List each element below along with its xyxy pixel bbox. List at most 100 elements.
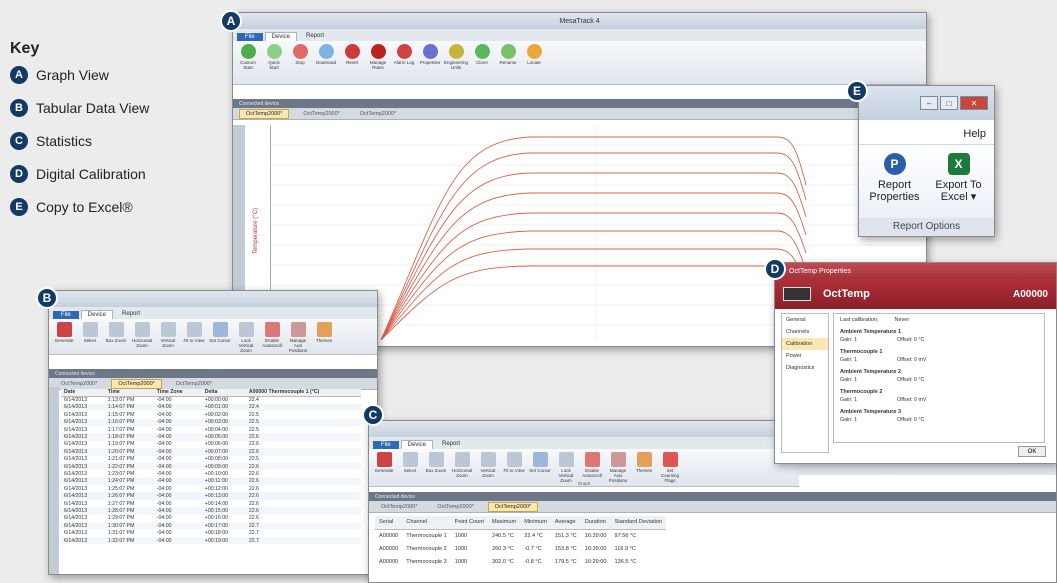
- report-properties-button[interactable]: P Report Properties: [867, 153, 923, 227]
- offset-value[interactable]: Offset: 0 °C: [897, 417, 924, 423]
- autoscroll-button[interactable]: Enable Autoscroll: [261, 322, 283, 348]
- offset-value[interactable]: Offset: 0 °C: [897, 377, 924, 383]
- table-row[interactable]: 6/14/2013 1:25:07 PM -04:00 +00:12:00 22.6: [61, 485, 361, 492]
- table-row[interactable]: 6/14/2013 1:26:07 PM -04:00 +00:13:00 22.6: [61, 492, 361, 500]
- doc-tab[interactable]: OctTemp2000*: [431, 503, 479, 511]
- table-row[interactable]: 6/14/2013 1:20:07 PM -04:00 +00:07:00 22.6: [61, 448, 361, 456]
- table-row[interactable]: 6/14/2013 1:22:07 PM -04:00 +00:09:00 22.6: [61, 462, 361, 471]
- nav-calibration[interactable]: Calibration: [782, 338, 828, 350]
- quick-start-button[interactable]: Quick Start: [263, 44, 285, 70]
- col-serial[interactable]: Serial: [375, 516, 403, 530]
- box-zoom-button[interactable]: Box Zoom: [425, 452, 447, 473]
- close-icon[interactable]: ✕: [960, 96, 988, 110]
- table-row[interactable]: 6/14/2013 1:14:07 PM -04:00 +00:01:00 22.4: [61, 403, 361, 412]
- col-minimum[interactable]: Minimum: [520, 516, 551, 530]
- table-row[interactable]: 6/14/2013 1:15:07 PM -04:00 +00:02:00 22.5: [61, 411, 361, 418]
- table-row[interactable]: 6/14/2013 1:17:07 PM -04:00 +00:04:00 22.5: [61, 426, 361, 433]
- doc-tab[interactable]: OctTemp2000*: [239, 108, 290, 119]
- table-row[interactable]: 6/14/2013 1:30:07 PM -04:00 +00:17:00 22.7: [61, 522, 361, 530]
- vertical-zoom-button[interactable]: Vertical Zoom: [157, 322, 179, 348]
- gain-value[interactable]: Gain: 1: [840, 417, 857, 423]
- locate-button[interactable]: Locate: [523, 44, 545, 65]
- offset-value[interactable]: Offset: 0 mV: [897, 357, 926, 363]
- select-button[interactable]: Select: [399, 452, 421, 473]
- horizontal-zoom-button[interactable]: Horizontal Zoom: [131, 322, 153, 348]
- autoscroll-button[interactable]: Enable Autoscroll: [581, 452, 603, 478]
- fit-to-view-button[interactable]: Fit to View: [183, 322, 205, 343]
- alarm-log-button[interactable]: Alarm Log: [393, 44, 415, 65]
- tab-report[interactable]: Report: [299, 31, 331, 41]
- col-duration[interactable]: Duration: [580, 516, 611, 530]
- col-channel[interactable]: Channel: [402, 516, 451, 530]
- col-timezone[interactable]: Time Zone: [153, 389, 202, 397]
- export-to-excel-button[interactable]: X Export To Excel ▾: [931, 153, 987, 227]
- table-row[interactable]: 6/14/2013 1:13:07 PM -04:00 +00:00:00 22.4: [61, 396, 361, 403]
- manage-rules-button[interactable]: Manage Rules: [367, 44, 389, 70]
- help-menu[interactable]: Help: [859, 120, 994, 145]
- box-zoom-button[interactable]: Box Zoom: [105, 322, 127, 343]
- col-average[interactable]: Average: [550, 516, 581, 530]
- doc-tab[interactable]: OctTemp2000*: [354, 110, 402, 118]
- fit-to-view-button[interactable]: Fit to View: [503, 452, 525, 473]
- table-row[interactable]: 6/14/2013 1:19:07 PM -04:00 +00:06:00 22.6: [61, 441, 361, 448]
- col-std-dev[interactable]: Standard Deviation: [610, 516, 667, 530]
- tab-report[interactable]: Report: [115, 309, 147, 319]
- minimize-icon[interactable]: –: [920, 96, 938, 110]
- vertical-zoom-button[interactable]: Vertical Zoom: [477, 452, 499, 478]
- table-row[interactable]: 6/14/2013 1:16:07 PM -04:00 +00:03:00 22.5: [61, 418, 361, 426]
- doc-tab[interactable]: OctTemp2000*: [55, 380, 103, 388]
- rename-button[interactable]: Rename: [497, 44, 519, 65]
- select-button[interactable]: Select: [79, 322, 101, 343]
- axis-positions-button[interactable]: Manage Axis Positions: [607, 452, 629, 483]
- table-row[interactable]: 6/14/2013 1:31:07 PM -04:00 +00:18:00 22.7: [61, 529, 361, 536]
- offset-value[interactable]: Offset: 0 mV: [897, 397, 926, 403]
- col-thermocouple[interactable]: A00000 Thermocouple 1 (°C): [245, 389, 361, 397]
- table-row[interactable]: 6/14/2013 1:27:07 PM -04:00 +00:14:00 22.6: [61, 500, 361, 507]
- engineering-units-button[interactable]: Engineering Units: [444, 44, 468, 70]
- gain-value[interactable]: Gain: 1: [840, 357, 857, 363]
- table-row[interactable]: 6/14/2013 1:23:07 PM -04:00 +00:10:00 22.6: [61, 470, 361, 477]
- custom-start-button[interactable]: Custom Start: [237, 44, 259, 70]
- reset-button[interactable]: Reset: [341, 44, 363, 65]
- maximize-icon[interactable]: □: [940, 96, 958, 110]
- themes-button[interactable]: Themes: [633, 452, 655, 473]
- table-row[interactable]: 6/14/2013 1:18:07 PM -04:00 +00:05:00 22.6: [61, 433, 361, 441]
- tab-device[interactable]: Device: [264, 32, 298, 41]
- table-row[interactable]: 6/14/2013 1:24:07 PM -04:00 +00:11:00 22.6: [61, 477, 361, 486]
- gain-value[interactable]: Gain: 1: [840, 377, 857, 383]
- col-maximum[interactable]: Maximum: [487, 516, 521, 530]
- lock-zoom-button[interactable]: Lock Vertical Zoom: [555, 452, 577, 483]
- generate-button[interactable]: Generate: [53, 322, 75, 343]
- tab-device[interactable]: Device: [400, 440, 434, 449]
- nav-diagnostics[interactable]: Diagnostics: [782, 362, 828, 374]
- gain-value[interactable]: Gain: 1: [840, 397, 857, 403]
- ok-button[interactable]: OK: [1018, 446, 1046, 457]
- download-button[interactable]: Download: [315, 44, 337, 65]
- side-panel[interactable]: [49, 387, 59, 574]
- properties-button[interactable]: Properties: [419, 44, 441, 65]
- clone-button[interactable]: Clone: [471, 44, 493, 65]
- gain-value[interactable]: Gain: 1: [840, 337, 857, 343]
- nav-channels[interactable]: Channels: [782, 326, 828, 338]
- set-cursor-button[interactable]: Set Cursor: [529, 452, 551, 473]
- col-date[interactable]: Date: [61, 389, 105, 397]
- lock-zoom-button[interactable]: Lock Vertical Zoom: [235, 322, 257, 353]
- tab-file[interactable]: File: [53, 311, 79, 319]
- table-row[interactable]: 6/14/2013 1:21:07 PM -04:00 +00:08:00 22.5: [61, 456, 361, 463]
- tab-file[interactable]: File: [237, 33, 263, 41]
- tab-file[interactable]: File: [373, 441, 399, 449]
- themes-button[interactable]: Themes: [313, 322, 335, 343]
- doc-tab[interactable]: OctTemp2000*: [487, 501, 539, 512]
- set-cursor-button[interactable]: Set Cursor: [209, 322, 231, 343]
- table-row[interactable]: A00000 Thermocouple 3 1000 302.0 °C -0.8 °C 1…: [375, 555, 666, 568]
- generate-button[interactable]: Generate: [373, 452, 395, 473]
- table-row[interactable]: 6/14/2013 1:32:07 PM -04:00 +00:19:00 22.7: [61, 536, 361, 545]
- stop-button[interactable]: Stop: [289, 44, 311, 65]
- tab-device[interactable]: Device: [80, 310, 114, 319]
- nav-general[interactable]: General: [782, 314, 828, 326]
- coursing-flags-button[interactable]: Set Coursing Flags: [659, 452, 681, 483]
- offset-value[interactable]: Offset: 0 °C: [897, 337, 924, 343]
- doc-tab[interactable]: OctTemp2000*: [111, 378, 162, 389]
- col-time[interactable]: Time: [104, 389, 154, 397]
- table-row[interactable]: 6/14/2013 1:28:07 PM -04:00 +00:15:00 22.6: [61, 507, 361, 515]
